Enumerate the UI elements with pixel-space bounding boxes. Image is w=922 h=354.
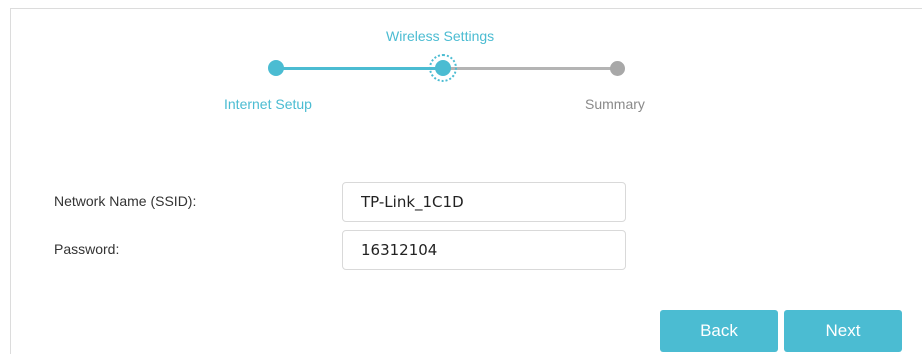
- ssid-input[interactable]: [342, 182, 626, 222]
- step-label-summary: Summary: [585, 96, 645, 112]
- step-dot-internet-setup: [268, 60, 284, 76]
- progress-line-completed: [276, 67, 443, 70]
- progress-line-pending: [443, 67, 617, 70]
- ssid-label: Network Name (SSID):: [54, 193, 197, 209]
- setup-stepper: Wireless Settings Internet Setup Summary: [0, 0, 922, 120]
- step-dot-summary: [610, 61, 625, 76]
- password-label: Password:: [54, 241, 120, 257]
- step-label-wireless-settings: Wireless Settings: [386, 28, 495, 44]
- step-label-internet-setup: Internet Setup: [224, 96, 312, 112]
- password-input[interactable]: [342, 230, 626, 270]
- next-button[interactable]: Next: [784, 310, 902, 352]
- back-button[interactable]: Back: [660, 310, 778, 352]
- step-dot-wireless-settings: [435, 60, 451, 76]
